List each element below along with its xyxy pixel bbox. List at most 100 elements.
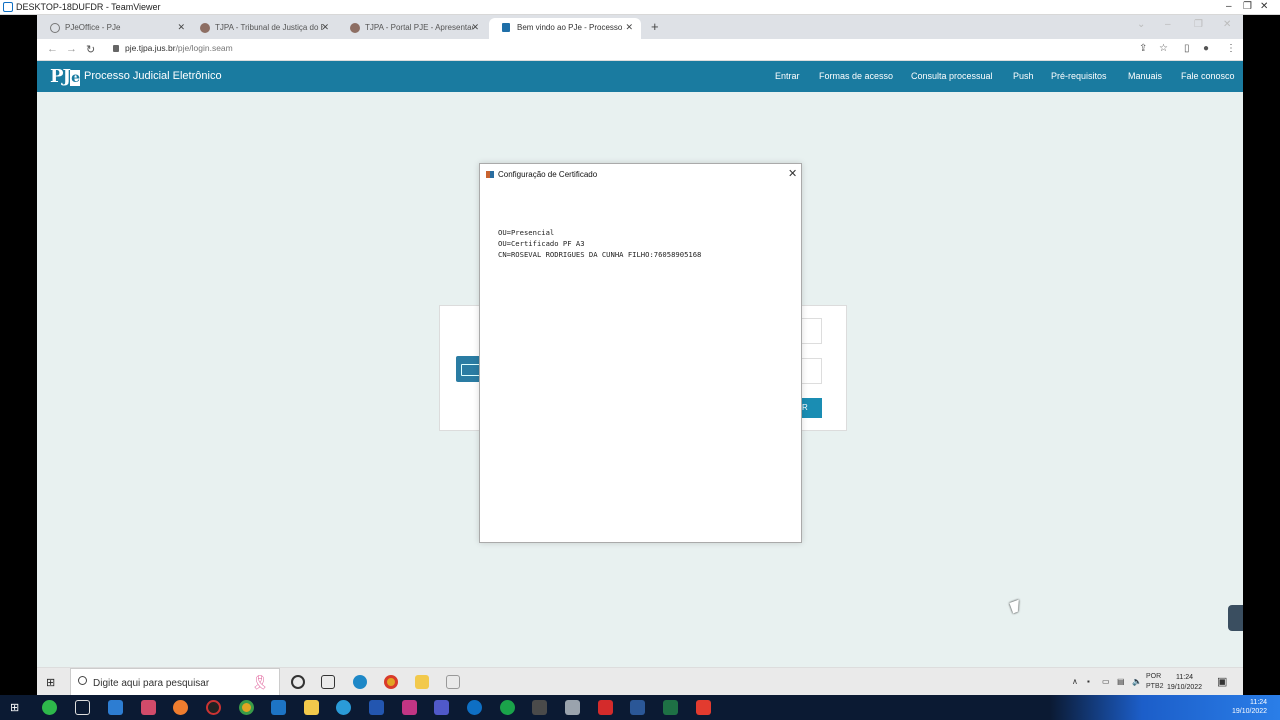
anydesk-icon[interactable] bbox=[696, 700, 711, 715]
windows-start-icon[interactable]: ⊞ bbox=[10, 701, 19, 714]
tab-close-icon[interactable]: ✕ bbox=[471, 22, 479, 33]
dialog-title: Configuração de Certificado bbox=[498, 170, 598, 179]
notification-icon[interactable]: ▣ bbox=[1217, 675, 1227, 688]
word-icon[interactable] bbox=[630, 700, 645, 715]
star-icon[interactable]: ☆ bbox=[1159, 43, 1168, 54]
excel-icon[interactable] bbox=[663, 700, 678, 715]
pje-logo[interactable]: PJe bbox=[50, 66, 80, 87]
certificate-details[interactable]: OU=Presencial OU=Certificado PF A3 CN=ROSE… bbox=[498, 227, 701, 261]
maximize-icon[interactable]: ❐ bbox=[1194, 19, 1203, 30]
teamviewer-icon[interactable] bbox=[467, 700, 482, 715]
edge-icon[interactable] bbox=[336, 700, 351, 715]
nav-formas-de-acesso[interactable]: Formas de acesso bbox=[819, 71, 893, 81]
chrome-icon[interactable] bbox=[384, 675, 398, 689]
minimize-icon[interactable]: – bbox=[1165, 19, 1171, 30]
menu-icon[interactable]: ⋮ bbox=[1226, 43, 1236, 54]
password-field[interactable] bbox=[800, 358, 822, 384]
teamviewer-side-panel-icon[interactable] bbox=[1228, 605, 1243, 631]
tab-close-icon[interactable]: ✕ bbox=[177, 22, 185, 33]
tray-network-icon[interactable]: ▤ bbox=[1117, 677, 1125, 686]
acrobat-icon[interactable] bbox=[598, 700, 613, 715]
tab-close-icon[interactable]: ✕ bbox=[321, 22, 329, 33]
nav-entrar[interactable]: Entrar bbox=[775, 71, 800, 81]
chrome-icon[interactable] bbox=[239, 700, 254, 715]
tjpa-icon bbox=[350, 23, 360, 33]
share-icon[interactable]: ⇪ bbox=[1139, 43, 1147, 54]
tray-pje-icon[interactable]: ▪ bbox=[1087, 677, 1090, 686]
back-arrow-icon[interactable]: ← bbox=[47, 43, 58, 55]
teams-icon[interactable] bbox=[434, 700, 449, 715]
browser-tab-strip: PJeOffice - PJe ✕ TJPA - Tribunal de Jus… bbox=[37, 15, 1243, 39]
whatsapp-icon[interactable] bbox=[42, 700, 57, 715]
app-grid-icon[interactable] bbox=[565, 700, 580, 715]
taskbar-search-box[interactable]: Digite aqui para pesquisar 🎗 bbox=[70, 668, 280, 695]
app-dark-icon[interactable] bbox=[532, 700, 547, 715]
username-field[interactable] bbox=[800, 318, 822, 344]
mouse-cursor-icon bbox=[1009, 599, 1023, 614]
tray-volume-icon[interactable]: 🔈 bbox=[1132, 677, 1142, 686]
search-placeholder: Digite aqui para pesquisar bbox=[93, 678, 210, 689]
certificate-dialog: Configuração de Certificado ✕ OU=Presenc… bbox=[479, 163, 802, 543]
task-view-icon[interactable] bbox=[75, 700, 90, 715]
search-icon bbox=[78, 676, 87, 685]
money-icon[interactable] bbox=[500, 700, 515, 715]
teamviewer-title-bar: DESKTOP-18DUFDR - TeamViewer – ❐ ✕ bbox=[0, 0, 1280, 15]
nav-pre-requisitos[interactable]: Pré-requisitos bbox=[1051, 71, 1107, 81]
tab-pje-active[interactable]: Bem vindo ao PJe - Processo Judi ✕ bbox=[489, 18, 641, 39]
url-domain: pje.tjpa.jus.br bbox=[125, 43, 176, 53]
clock-date: 19/10/2022 bbox=[1167, 684, 1203, 691]
minimize-button[interactable]: – bbox=[1226, 1, 1232, 12]
close-button[interactable]: ✕ bbox=[1260, 1, 1268, 12]
calculator-icon[interactable] bbox=[108, 700, 123, 715]
tab-pjeoffice[interactable]: PJeOffice - PJe ✕ bbox=[37, 18, 193, 39]
forward-arrow-icon[interactable]: → bbox=[66, 43, 77, 55]
tab-label: Bem vindo ao PJe - Processo Judi bbox=[517, 23, 625, 32]
edge-icon[interactable] bbox=[353, 675, 367, 689]
clock-date: 19/10/2022 bbox=[1232, 708, 1268, 715]
pjeoffice-taskbar-icon[interactable] bbox=[446, 675, 460, 689]
tab-tjpa-portal[interactable]: TJPA - Portal PJE - Apresentação ✕ bbox=[337, 18, 487, 39]
tray-monitor-icon[interactable]: ▭ bbox=[1102, 677, 1110, 686]
pjeoffice-icon bbox=[486, 171, 494, 178]
logo-text: PJ bbox=[50, 66, 71, 87]
chevron-down-icon[interactable]: ⌄ bbox=[1137, 19, 1145, 30]
browser-toolbar: ← → ↻ pje.tjpa.jus.br/pje/login.seam ⇪ ☆… bbox=[37, 39, 1243, 61]
close-icon[interactable]: ✕ bbox=[1223, 19, 1231, 30]
pje-header: PJe Processo Judicial Eletrônico Entrar … bbox=[37, 61, 1243, 92]
outlook-icon[interactable] bbox=[271, 700, 286, 715]
firefox-icon[interactable] bbox=[173, 700, 188, 715]
obs-icon[interactable] bbox=[206, 700, 221, 715]
lock-icon bbox=[113, 45, 119, 52]
folder-icon[interactable] bbox=[415, 675, 429, 689]
dialog-close-button[interactable]: ✕ bbox=[788, 167, 797, 180]
x-app-icon[interactable] bbox=[369, 700, 384, 715]
new-tab-button[interactable]: + bbox=[651, 19, 659, 34]
tjpa-icon bbox=[200, 23, 210, 33]
nav-push[interactable]: Push bbox=[1013, 71, 1034, 81]
windows-start-icon[interactable]: ⊞ bbox=[46, 676, 55, 689]
nav-fale-conosco[interactable]: Fale conosco bbox=[1181, 71, 1235, 81]
clock-time: 11:24 bbox=[1176, 674, 1194, 681]
instagram-icon[interactable] bbox=[402, 700, 417, 715]
tray-chevron-up-icon[interactable]: ∧ bbox=[1072, 677, 1078, 686]
layout-label: PTB2 bbox=[1146, 683, 1164, 690]
restore-button[interactable]: ❐ bbox=[1243, 1, 1252, 12]
app-icon[interactable] bbox=[141, 700, 156, 715]
clock-time: 11:24 bbox=[1250, 699, 1268, 706]
local-clock[interactable]: 11:24 19/10/2022 bbox=[1232, 698, 1267, 716]
cortana-icon[interactable] bbox=[291, 675, 305, 689]
keyboard-language[interactable]: POR PTB2 bbox=[1146, 672, 1164, 692]
address-bar[interactable]: pje.tjpa.jus.br/pje/login.seam bbox=[113, 43, 233, 53]
task-view-icon[interactable] bbox=[321, 675, 335, 689]
login-button[interactable]: R bbox=[800, 398, 822, 418]
reload-icon[interactable]: ↻ bbox=[86, 43, 95, 56]
remote-clock[interactable]: 11:24 19/10/2022 bbox=[1167, 673, 1202, 693]
tab-close-icon[interactable]: ✕ bbox=[625, 22, 633, 33]
tab-tjpa-tribunal[interactable]: TJPA - Tribunal de Justiça do Esta ✕ bbox=[187, 18, 337, 39]
nav-manuais[interactable]: Manuais bbox=[1128, 71, 1162, 81]
folder-icon[interactable] bbox=[304, 700, 319, 715]
local-taskbar: ⊞ 11:24 19/10/2022 bbox=[0, 695, 1280, 720]
profile-icon[interactable]: ● bbox=[1203, 43, 1209, 54]
nav-consulta-processual[interactable]: Consulta processual bbox=[911, 71, 993, 81]
sidebar-icon[interactable]: ▯ bbox=[1184, 43, 1190, 54]
